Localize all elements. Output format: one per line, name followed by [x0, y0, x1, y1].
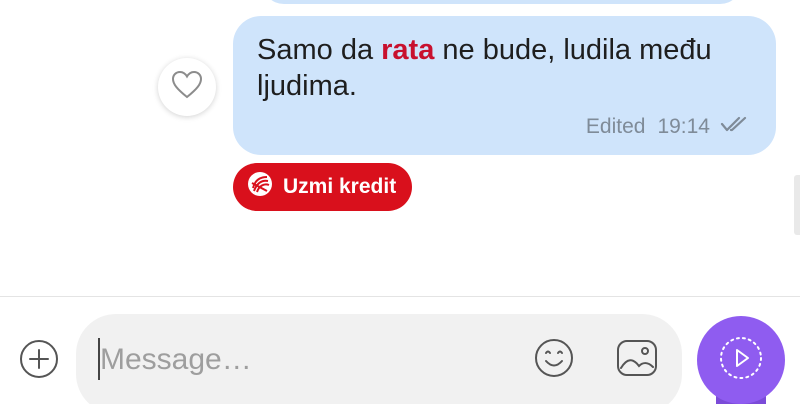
add-attachment-button[interactable] — [18, 338, 60, 385]
scroll-edge — [794, 175, 800, 235]
edited-label: Edited — [585, 115, 646, 138]
message-bubble[interactable]: Samo da rata ne bude, ludila među ljudim… — [233, 16, 776, 155]
double-check-icon — [720, 115, 752, 139]
like-button[interactable] — [158, 58, 216, 116]
text-caret — [98, 338, 100, 380]
message-input[interactable] — [100, 338, 500, 382]
smiley-icon — [533, 337, 575, 384]
promo-button[interactable]: Uzmi kredit — [233, 163, 413, 211]
previous-message-bubble[interactable] — [262, 0, 742, 4]
message-text-before: Samo da — [257, 34, 382, 66]
message-time: 19:14 — [657, 115, 710, 138]
promo-label: Uzmi kredit — [283, 175, 397, 198]
chat-screen: Samo da rata ne bude, ludila među ljudim… — [0, 0, 800, 404]
emoji-button[interactable] — [532, 338, 576, 382]
bank-logo-icon — [247, 171, 273, 203]
message-text: Samo da rata ne bude, ludila među ljudim… — [257, 32, 752, 104]
message-meta: Edited 19:14 — [586, 115, 752, 139]
heart-icon — [171, 70, 203, 105]
send-button[interactable] — [697, 316, 785, 404]
message-highlight-link[interactable]: rata — [381, 34, 434, 66]
gallery-button[interactable] — [614, 338, 660, 382]
plus-circle-icon — [18, 338, 60, 385]
message-composer — [76, 314, 682, 404]
composer-divider — [0, 296, 800, 297]
image-icon — [615, 338, 659, 383]
play-icon — [718, 335, 764, 386]
